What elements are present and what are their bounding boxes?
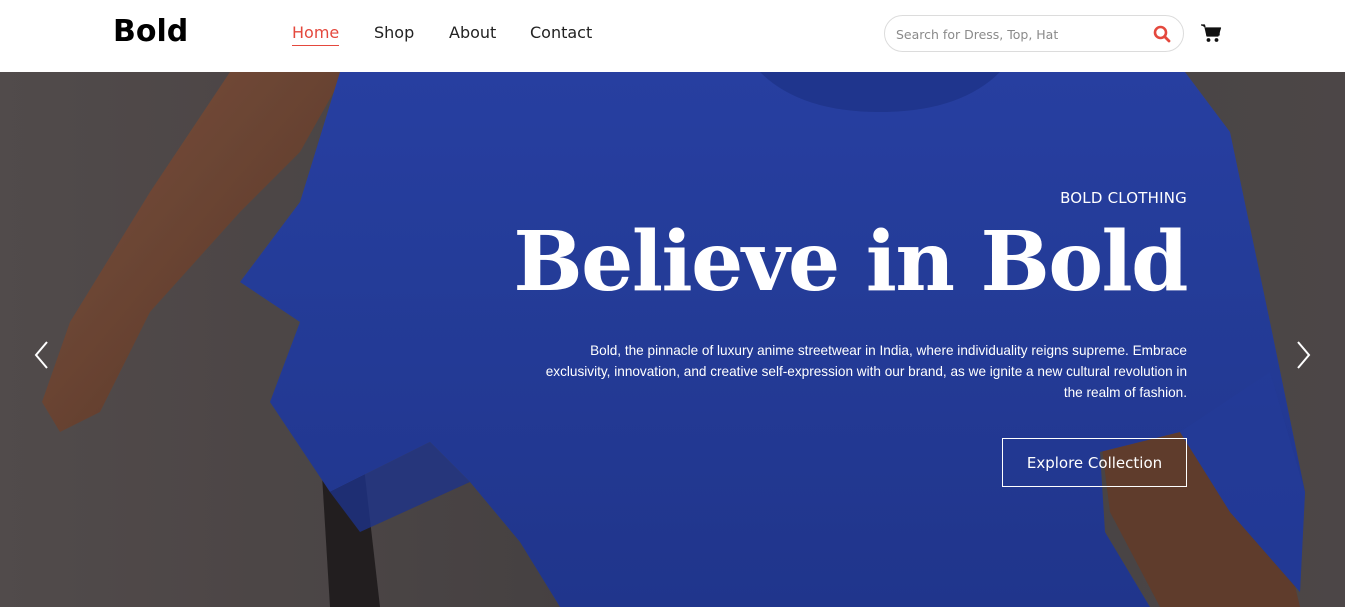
site-logo[interactable]: Bold (113, 14, 188, 49)
explore-collection-button[interactable]: Explore Collection (1002, 438, 1187, 487)
nav-home[interactable]: Home (292, 23, 340, 46)
chevron-left-icon[interactable] (32, 339, 52, 371)
hero-headline: Believe in Bold (513, 214, 1188, 310)
hero-description: Bold, the pinnacle of luxury anime stree… (545, 343, 1187, 400)
search-bar (884, 15, 1184, 52)
nav-about[interactable]: About (449, 23, 496, 45)
nav-contact[interactable]: Contact (530, 23, 592, 45)
cart-icon[interactable] (1200, 23, 1222, 43)
search-icon[interactable] (1153, 25, 1171, 43)
hero-banner: BOLD CLOTHING Believe in Bold Bold, the … (0, 72, 1345, 607)
nav-shop[interactable]: Shop (374, 23, 414, 45)
hero-eyebrow: BOLD CLOTHING (1060, 189, 1187, 207)
search-input[interactable] (896, 24, 1136, 44)
site-header: Bold Home Shop About Contact (0, 0, 1345, 72)
chevron-right-icon[interactable] (1293, 339, 1313, 371)
